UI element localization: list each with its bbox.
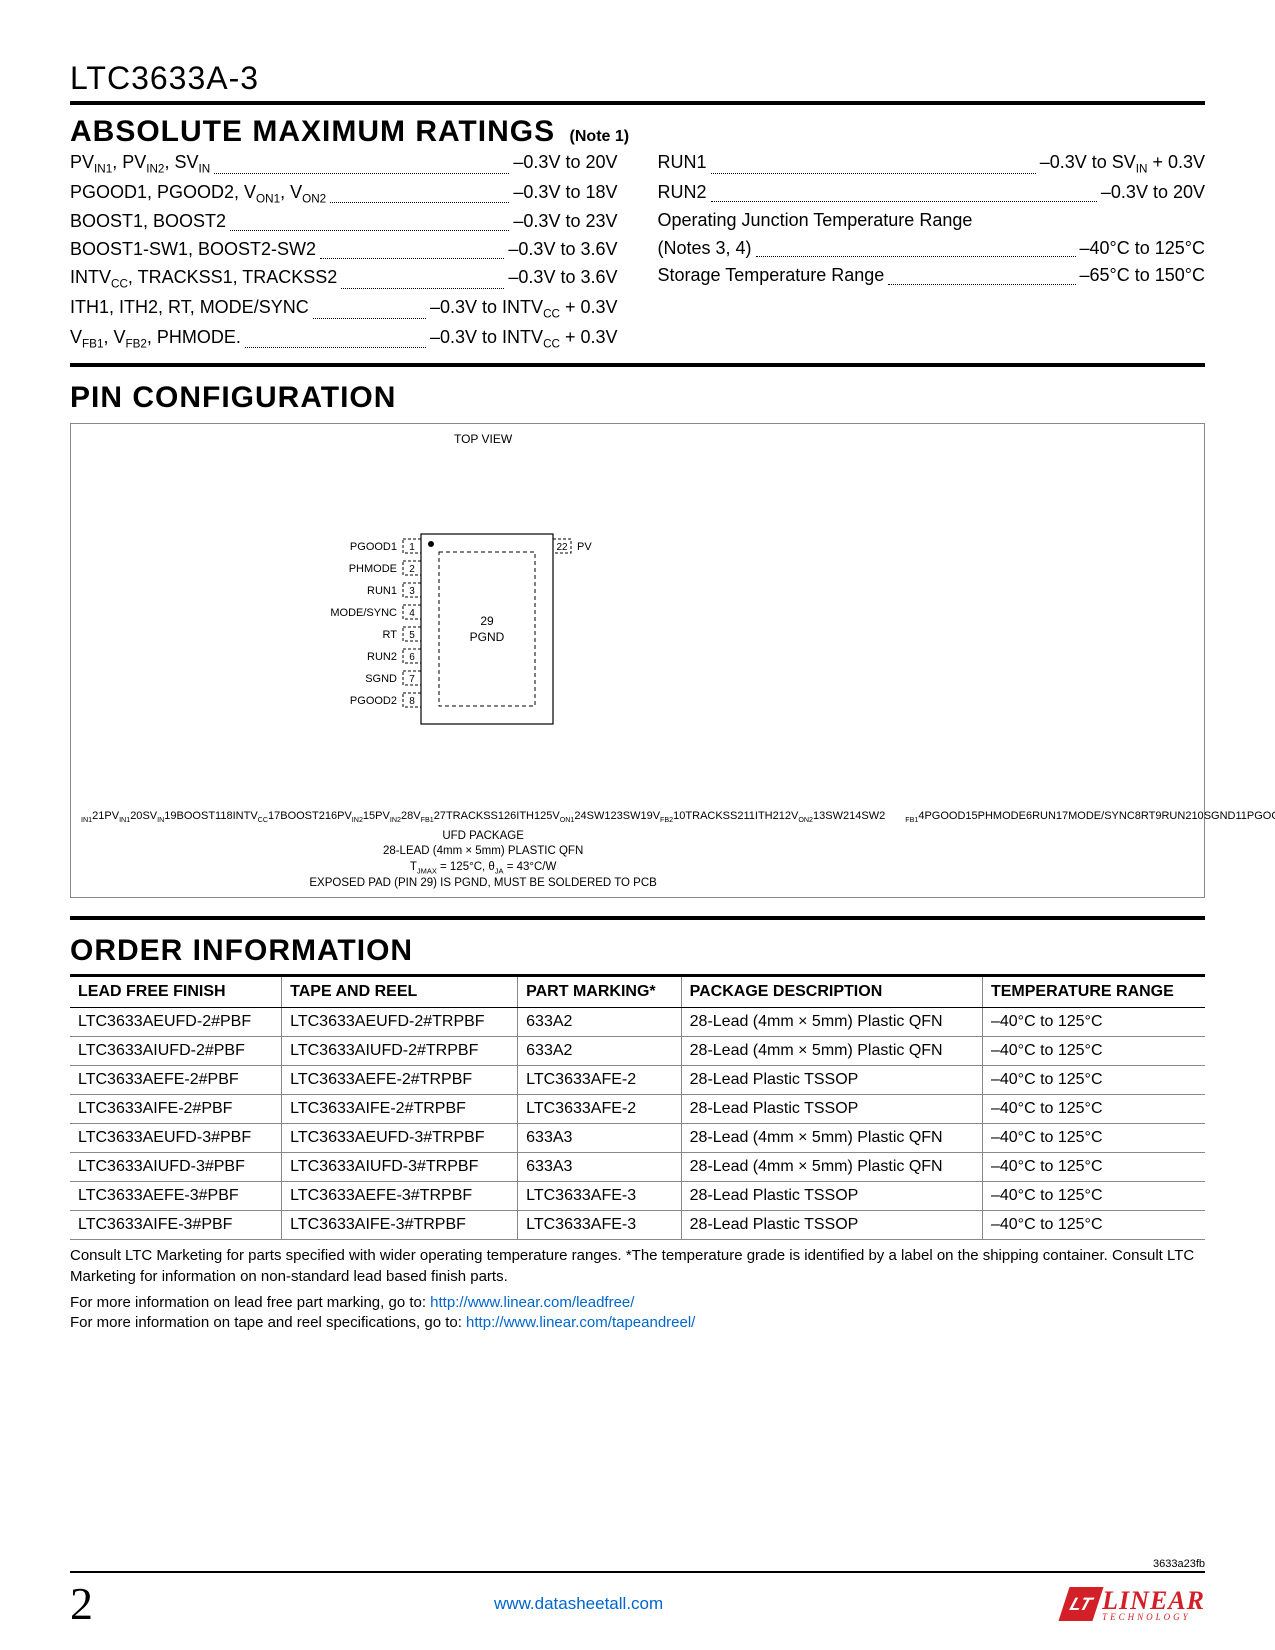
svg-text:RUN1: RUN1: [367, 585, 397, 597]
svg-text:4: 4: [409, 608, 415, 619]
svg-text:RT: RT: [383, 629, 398, 641]
svg-text:2: 2: [409, 564, 415, 575]
table-header: PACKAGE DESCRIPTION: [681, 976, 982, 1008]
table-header: TEMPERATURE RANGE: [982, 976, 1205, 1008]
table-header: LEAD FREE FINISH: [70, 976, 282, 1008]
svg-text:PV: PV: [577, 541, 592, 553]
table-row: LTC3633AIUFD-3#PBFLTC3633AIUFD-3#TRPBF63…: [70, 1153, 1205, 1182]
page-number: 2: [70, 1577, 93, 1630]
doc-code: 3633a23fb: [1153, 1558, 1205, 1570]
svg-text:22: 22: [557, 542, 569, 553]
svg-text:1: 1: [409, 542, 415, 553]
tape-link-line: For more information on tape and reel sp…: [70, 1313, 1205, 1333]
table-row: LTC3633AEFE-3#PBFLTC3633AEFE-3#TRPBFLTC3…: [70, 1182, 1205, 1211]
rating-row: PVIN1, PVIN2, SVIN–0.3V to 20V: [70, 149, 618, 179]
linear-logo: LT LINEARTECHNOLOGY: [1064, 1586, 1205, 1622]
svg-text:5: 5: [409, 630, 415, 641]
svg-text:6: 6: [409, 652, 415, 663]
table-header: PART MARKING*: [518, 976, 682, 1008]
rating-row: RUN1–0.3V to SVIN + 0.3V: [658, 149, 1206, 179]
section-pinconfig-title: PIN CONFIGURATION: [70, 381, 396, 414]
order-footnote-1: Consult LTC Marketing for parts specifie…: [70, 1246, 1205, 1287]
rating-row: PGOOD1, PGOOD2, VON1, VON2–0.3V to 18V: [70, 179, 618, 209]
table-row: LTC3633AIUFD-2#PBFLTC3633AIUFD-2#TRPBF63…: [70, 1037, 1205, 1066]
svg-text:RUN2: RUN2: [367, 651, 397, 663]
rating-row: VFB1, VFB2, PHMODE.–0.3V to INTVCC + 0.3…: [70, 324, 618, 354]
rating-row: INTVCC, TRACKSS1, TRACKSS2–0.3V to 3.6V: [70, 264, 618, 294]
abs-max-ratings: PVIN1, PVIN2, SVIN–0.3V to 20VPGOOD1, PG…: [70, 149, 1205, 353]
rating-row: (Notes 3, 4)–40°C to 125°C: [658, 235, 1206, 263]
abs-max-note: (Note 1): [570, 128, 630, 145]
tapereel-link[interactable]: http://www.linear.com/tapeandreel/: [466, 1314, 695, 1331]
rating-row: Operating Junction Temperature Range: [658, 207, 1206, 235]
section-abs-max-title: ABSOLUTE MAXIMUM RATINGS: [70, 115, 555, 148]
table-row: LTC3633AEUFD-2#PBFLTC3633AEUFD-2#TRPBF63…: [70, 1008, 1205, 1037]
leadfree-link[interactable]: http://www.linear.com/leadfree/: [430, 1294, 634, 1311]
leadfree-link-line: For more information on lead free part m…: [70, 1293, 1205, 1313]
table-row: LTC3633AIFE-2#PBFLTC3633AIFE-2#TRPBFLTC3…: [70, 1095, 1205, 1124]
table-header: TAPE AND REEL: [282, 976, 518, 1008]
svg-text:SGND: SGND: [365, 673, 397, 685]
svg-text:3: 3: [409, 586, 415, 597]
svg-text:PGOOD1: PGOOD1: [350, 541, 397, 553]
rating-row: RUN2–0.3V to 20V: [658, 179, 1206, 207]
rating-row: ITH1, ITH2, RT, MODE/SYNC–0.3V to INTVCC…: [70, 294, 618, 324]
svg-text:PHMODE: PHMODE: [349, 563, 397, 575]
svg-text:PGOOD2: PGOOD2: [350, 695, 397, 707]
table-row: LTC3633AEFE-2#PBFLTC3633AEFE-2#TRPBFLTC3…: [70, 1066, 1205, 1095]
table-row: LTC3633AEUFD-3#PBFLTC3633AEUFD-3#TRPBF63…: [70, 1124, 1205, 1153]
table-row: LTC3633AIFE-3#PBFLTC3633AIFE-3#TRPBFLTC3…: [70, 1211, 1205, 1240]
svg-text:29: 29: [480, 614, 494, 628]
logo-mark-icon: LT: [1059, 1587, 1104, 1621]
part-number: LTC3633A-3: [70, 60, 1205, 105]
rating-row: BOOST1-SW1, BOOST2-SW2–0.3V to 3.6V: [70, 236, 618, 264]
pin-configuration-figure: TOP VIEW29PGND1PGOOD12PHMODE3RUN14MODE/S…: [70, 423, 1205, 898]
footer-url[interactable]: www.datasheetall.com: [494, 1594, 663, 1614]
svg-text:PGND: PGND: [470, 630, 505, 644]
order-info-table: LEAD FREE FINISHTAPE AND REELPART MARKIN…: [70, 974, 1205, 1240]
rating-row: Storage Temperature Range–65°C to 150°C: [658, 262, 1206, 290]
rating-row: BOOST1, BOOST2–0.3V to 23V: [70, 208, 618, 236]
svg-text:MODE/SYNC: MODE/SYNC: [330, 607, 397, 619]
section-order-title: ORDER INFORMATION: [70, 934, 413, 967]
svg-text:8: 8: [409, 696, 415, 707]
svg-text:7: 7: [409, 674, 415, 685]
